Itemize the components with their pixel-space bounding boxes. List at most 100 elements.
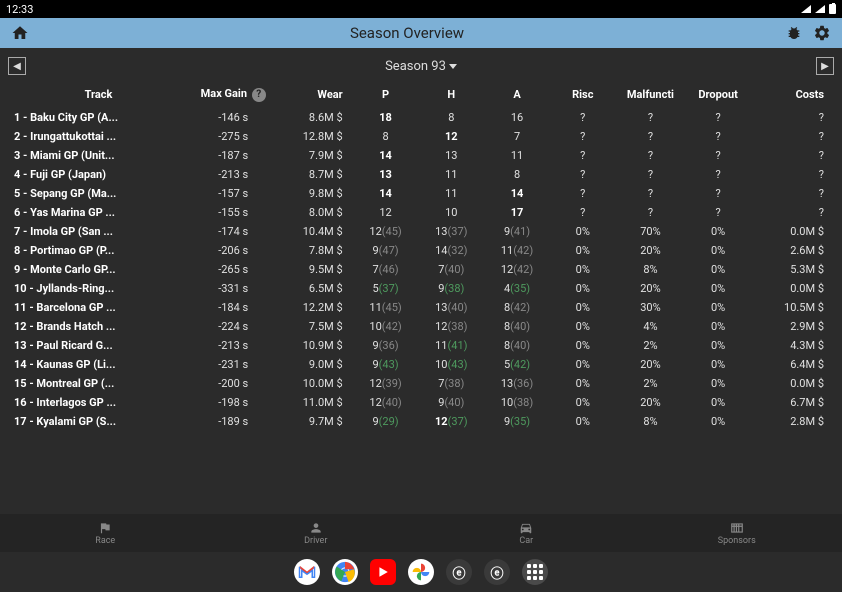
cell-track: 10 - Jyllands-Ring... [10,279,187,298]
nav-sponsors[interactable]: Sponsors [632,514,842,552]
cell-a: 17 [484,203,550,222]
cell-h: 8 [418,108,484,127]
cell-h: 10(43) [418,355,484,374]
cell-h: 13 [418,146,484,165]
cell-p: 9(43) [353,355,419,374]
apps-grid-icon[interactable] [522,559,548,585]
cell-h: 13(37) [418,222,484,241]
table-row[interactable]: 4 - Fuji GP (Japan)-213 s8.7M $13118???? [10,165,832,184]
season-label: Season 93 [385,59,446,74]
cell-costs: 10.5M $ [751,298,832,317]
cell-risc: 0% [550,260,616,279]
cell-drop: 0% [685,279,751,298]
cell-maxgain: -265 s [187,260,279,279]
android-dock: ⓔ ⓔ [0,552,842,592]
cell-a: 11 [484,146,550,165]
table-row[interactable]: 13 - Paul Ricard G...-213 s10.9M $9(36)1… [10,336,832,355]
bug-button[interactable] [782,21,806,45]
cell-h: 7(40) [418,260,484,279]
cell-maxgain: -189 s [187,412,279,431]
cell-risc: ? [550,146,616,165]
app-icon-2[interactable]: ⓔ [484,559,510,585]
cell-a: 11(42) [484,241,550,260]
cell-p: 10(42) [353,317,419,336]
cell-h: 10 [418,203,484,222]
cell-wear: 8.6M $ [279,108,352,127]
cell-risc: ? [550,184,616,203]
cell-malf: ? [616,108,686,127]
cell-malf: 4% [616,317,686,336]
table-row[interactable]: 16 - Interlagos GP ...-198 s11.0M $12(40… [10,393,832,412]
cell-track: 3 - Miami GP (Unit... [10,146,187,165]
cell-drop: 0% [685,355,751,374]
cell-p: 12 [353,203,419,222]
table-row[interactable]: 5 - Sepang GP (Ma...-157 s9.8M $141114??… [10,184,832,203]
cell-malf: ? [616,184,686,203]
table-row[interactable]: 17 - Kyalami GP (S...-189 s9.7M $9(29)12… [10,412,832,431]
gmail-icon[interactable] [294,559,320,585]
cell-malf: 20% [616,241,686,260]
table-row[interactable]: 10 - Jyllands-Ring...-331 s6.5M $5(37)9(… [10,279,832,298]
cell-track: 15 - Montreal GP (... [10,374,187,393]
table-row[interactable]: 7 - Imola GP (San ...-174 s10.4M $12(45)… [10,222,832,241]
season-selector[interactable]: Season 93 [385,59,457,74]
cell-wear: 8.0M $ [279,203,352,222]
next-season-button[interactable]: ▶ [816,57,834,75]
table-row[interactable]: 11 - Barcelona GP ...-184 s12.2M $11(45)… [10,298,832,317]
sponsors-icon [729,521,745,535]
cell-p: 9(47) [353,241,419,260]
app-icon-1[interactable]: ⓔ [446,559,472,585]
table-row[interactable]: 8 - Portimao GP (P...-206 s7.8M $9(47)14… [10,241,832,260]
help-icon[interactable]: ? [252,88,266,102]
table-header-row: Track Max Gain ? Wear P H A Risc Malfunc… [10,84,832,108]
prev-season-button[interactable]: ◀ [8,57,26,75]
cell-a: 9(41) [484,222,550,241]
cell-track: 17 - Kyalami GP (S... [10,412,187,431]
youtube-icon[interactable] [370,559,396,585]
chrome-icon[interactable] [332,559,358,585]
cell-malf: 8% [616,260,686,279]
cell-wear: 9.8M $ [279,184,352,203]
cell-risc: ? [550,127,616,146]
cell-maxgain: -200 s [187,374,279,393]
cell-wear: 8.7M $ [279,165,352,184]
cell-risc: 0% [550,393,616,412]
cell-h: 11 [418,184,484,203]
cell-risc: 0% [550,355,616,374]
nav-race[interactable]: Race [0,514,211,552]
cell-drop: 0% [685,317,751,336]
cell-h: 11 [418,165,484,184]
cell-a: 10(38) [484,393,550,412]
nav-car[interactable]: Car [421,514,632,552]
table-row[interactable]: 12 - Brands Hatch ...-224 s7.5M $10(42)1… [10,317,832,336]
cell-p: 11(45) [353,298,419,317]
cell-maxgain: -213 s [187,336,279,355]
status-time: 12:33 [6,3,33,16]
cell-malf: 2% [616,374,686,393]
nav-driver[interactable]: Driver [211,514,422,552]
signal-icon [815,5,825,13]
cell-costs: 2.6M $ [751,241,832,260]
table-row[interactable]: 2 - Irungattukottai ...-275 s12.8M $8127… [10,127,832,146]
table-row[interactable]: 15 - Montreal GP (...-200 s10.0M $12(39)… [10,374,832,393]
settings-button[interactable] [810,21,834,45]
cell-risc: 0% [550,279,616,298]
cell-costs: ? [751,165,832,184]
table-row[interactable]: 9 - Monte Carlo GP...-265 s9.5M $7(46)7(… [10,260,832,279]
table-row[interactable]: 3 - Miami GP (Unit...-187 s7.9M $141311?… [10,146,832,165]
cell-a: 7 [484,127,550,146]
table-row[interactable]: 14 - Kaunas GP (Li...-231 s9.0M $9(43)10… [10,355,832,374]
photos-icon[interactable] [408,559,434,585]
cell-p: 13 [353,165,419,184]
cell-costs: 0.0M $ [751,374,832,393]
cell-costs: 5.3M $ [751,260,832,279]
cell-h: 12(38) [418,317,484,336]
cell-p: 9(29) [353,412,419,431]
cell-wear: 7.5M $ [279,317,352,336]
cell-risc: 0% [550,222,616,241]
cell-track: 13 - Paul Ricard G... [10,336,187,355]
col-costs: Costs [751,84,832,108]
home-button[interactable] [8,21,32,45]
table-row[interactable]: 1 - Baku City GP (A...-146 s8.6M $18816?… [10,108,832,127]
table-row[interactable]: 6 - Yas Marina GP ...-155 s8.0M $121017?… [10,203,832,222]
